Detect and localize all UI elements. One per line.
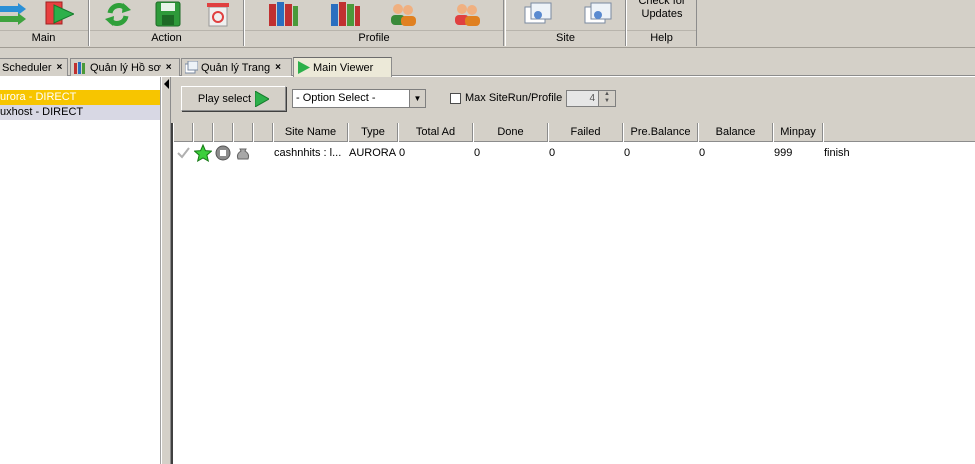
column-header-pre-balance[interactable]: Pre.Balance	[623, 123, 698, 142]
list-item[interactable]: uxhost - DIRECT	[0, 105, 160, 120]
ribbon-button-main-1[interactable]	[0, 0, 27, 28]
column-header-status[interactable]	[823, 123, 975, 142]
close-icon[interactable]: ×	[166, 62, 172, 73]
ribbon-group-help: Check for Updates Help	[626, 0, 697, 46]
profile-users-button-2[interactable]	[449, 0, 485, 28]
profile-list: urora - DIRECT uxhost - DIRECT	[0, 77, 161, 464]
column-header[interactable]	[193, 123, 213, 142]
profile-binders-button-2[interactable]	[327, 0, 363, 28]
ribbon-group-label: Help	[627, 30, 696, 44]
tab-main-viewer[interactable]: Main Viewer	[293, 57, 392, 77]
cell-status: finish	[824, 147, 850, 159]
site-button-2[interactable]	[580, 0, 616, 28]
check-icon[interactable]	[174, 144, 192, 162]
close-icon[interactable]: ×	[57, 62, 63, 73]
refresh-icon	[105, 3, 131, 26]
ribbon-group-site: Site	[505, 0, 626, 46]
users-group-icon	[455, 4, 480, 26]
close-icon[interactable]: ×	[275, 62, 281, 73]
tab-label: Main Viewer	[313, 61, 374, 74]
viewer-toolbar: Play select - Option Select - ▼ Max Site…	[171, 77, 975, 123]
tab-quan-ly-ho-so[interactable]: Quản lý Hồ sơ ×	[70, 58, 180, 76]
play-icon	[298, 61, 310, 74]
cell-failed: 0	[549, 147, 556, 159]
recycle-bin-icon	[207, 3, 229, 27]
option-select-value: - Option Select -	[296, 92, 376, 104]
check-updates-line2: Updates	[641, 8, 683, 20]
stop-icon[interactable]	[214, 144, 232, 162]
ribbon-group-label: Main	[0, 30, 88, 44]
ribbon-button-main-2[interactable]	[41, 0, 77, 28]
max-siterun-value: 4	[589, 93, 595, 104]
profile-users-button-1[interactable]	[385, 0, 421, 28]
tab-bar: Scheduler × Quản lý Hồ sơ × Quản lý Tran…	[0, 57, 975, 77]
profile-binders-button-1[interactable]	[265, 0, 301, 28]
column-header[interactable]	[213, 123, 233, 142]
column-header[interactable]	[173, 123, 193, 142]
tab-label: Quản lý Trang	[201, 61, 271, 74]
binders-icon	[269, 2, 298, 26]
site-grid: Site Name Type Total Ad Done Failed Pre.…	[171, 123, 975, 464]
column-header-failed[interactable]: Failed	[548, 123, 623, 142]
ribbon-group-label: Action	[90, 30, 243, 44]
cell-total-ad: 0	[399, 147, 406, 159]
check-updates-button[interactable]: Check for Updates	[627, 0, 697, 21]
column-header-balance[interactable]: Balance	[698, 123, 773, 142]
money-bag-icon[interactable]	[234, 144, 252, 162]
grid-header: Site Name Type Total Ad Done Failed Pre.…	[173, 123, 975, 142]
collapse-arrow-icon[interactable]	[163, 79, 171, 89]
cell-pre-balance: 0	[624, 147, 631, 159]
ribbon-group-label: Site	[506, 30, 625, 44]
max-siterun-stepper[interactable]: 4 ▲ ▼	[566, 90, 616, 107]
site-windows-icon	[524, 2, 552, 24]
site-globe-icon	[584, 2, 612, 24]
ribbon-group-main: Main	[0, 0, 89, 46]
play-select-label: Play select	[197, 92, 252, 105]
cell-balance: 0	[699, 147, 706, 159]
tab-label: Scheduler	[2, 61, 52, 74]
table-row[interactable]: cashnhits : l... AURORA 0 0 0 0 0 999 fi…	[173, 143, 975, 162]
ribbon-group-profile: Profile	[244, 0, 504, 46]
tab-quan-ly-trang[interactable]: Quản lý Trang ×	[181, 58, 292, 76]
binders-color-icon	[331, 2, 360, 26]
cell-minpay: 999	[774, 147, 793, 159]
column-header-site-name[interactable]: Site Name	[273, 123, 348, 142]
users-icon	[391, 4, 416, 26]
save-button[interactable]	[150, 0, 186, 28]
column-header-type[interactable]: Type	[348, 123, 398, 142]
cell-site-name: cashnhits : l...	[274, 147, 342, 159]
list-item[interactable]: urora - DIRECT	[0, 90, 160, 105]
cell-done: 0	[474, 147, 481, 159]
column-header[interactable]	[233, 123, 253, 142]
pages-icon	[185, 61, 198, 74]
arrows-icon	[0, 3, 26, 25]
refresh-button[interactable]	[100, 0, 136, 28]
tab-label: Quản lý Hồ sơ	[90, 61, 161, 74]
star-icon[interactable]	[194, 144, 212, 162]
max-siterun-checkbox[interactable]	[450, 93, 461, 104]
ribbon-group-label: Profile	[245, 30, 503, 44]
column-header[interactable]	[253, 123, 273, 142]
ribbon-group-action: Action	[89, 0, 244, 46]
check-updates-line1: Check for	[638, 0, 686, 7]
play-document-icon	[45, 1, 74, 25]
column-header-minpay[interactable]: Minpay	[773, 123, 823, 142]
chevron-down-icon[interactable]: ▼	[409, 90, 425, 107]
column-header-total-ad[interactable]: Total Ad	[398, 123, 473, 142]
max-siterun-label: Max SiteRun/Profile	[465, 92, 563, 104]
tab-scheduler[interactable]: Scheduler ×	[0, 58, 68, 76]
recycle-button[interactable]	[200, 0, 236, 28]
site-button-1[interactable]	[520, 0, 556, 28]
ribbon-toolbar: Main Action Profile Site Check for Updat…	[0, 0, 975, 48]
pane-splitter[interactable]	[161, 77, 171, 464]
save-icon	[155, 1, 181, 27]
spinner-arrows-icon[interactable]: ▲ ▼	[598, 91, 615, 106]
cell-type: AURORA	[349, 147, 397, 159]
column-header-done[interactable]: Done	[473, 123, 548, 142]
play-select-button[interactable]: Play select	[181, 86, 286, 111]
option-select-dropdown[interactable]: - Option Select - ▼	[292, 89, 426, 108]
folders-icon	[74, 62, 85, 74]
play-icon	[255, 90, 270, 107]
